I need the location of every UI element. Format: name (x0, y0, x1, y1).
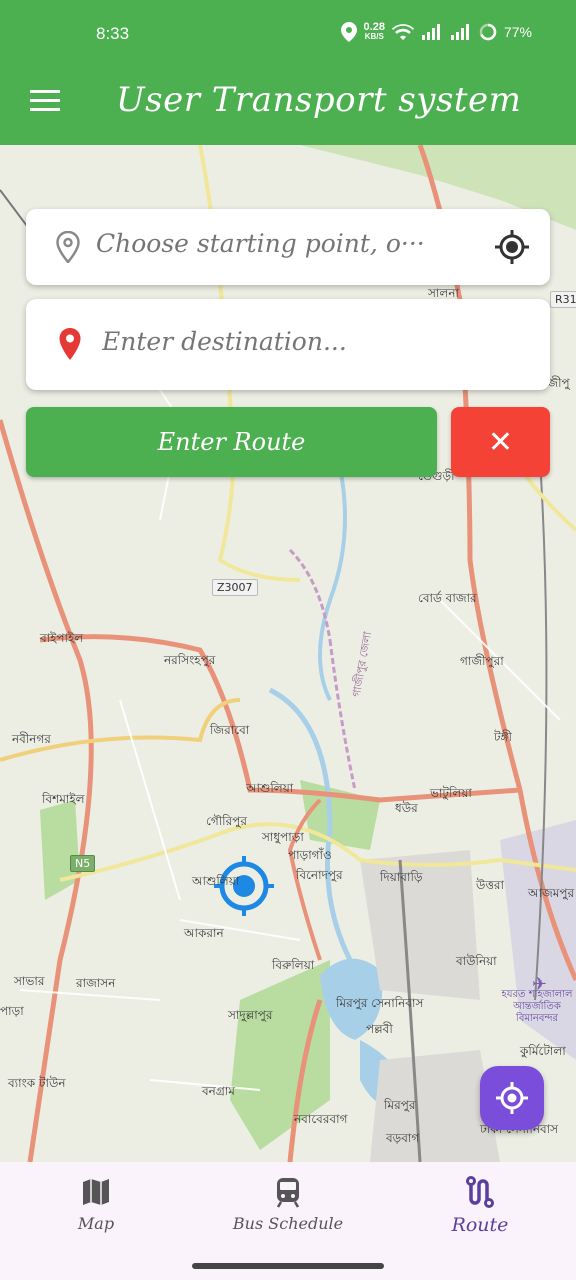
nav-label-bus-schedule: Bus Schedule (232, 1214, 344, 1233)
map-label: ধউর (395, 801, 418, 815)
map-label: টঙ্গী (494, 730, 512, 744)
map-label: বোর্ড বাজার (418, 591, 477, 605)
map-label: সাভার (14, 974, 45, 988)
map-label: আকরান (184, 926, 224, 940)
map-label: ব্যাংক টাউন (8, 1076, 66, 1090)
map-label: গাজীপুরা (460, 654, 504, 668)
start-point-input[interactable] (96, 229, 466, 258)
nav-item-bus-schedule[interactable]: Bus Schedule (192, 1162, 384, 1256)
wifi-icon (391, 24, 414, 40)
map-label: মিরপুর (384, 1098, 416, 1112)
signal-icon (421, 24, 440, 40)
nav-item-route[interactable]: Route (384, 1162, 576, 1256)
map-label: আজমপুর (528, 886, 575, 900)
map-label: পাড়াগাঁও (288, 848, 332, 862)
nav-item-map[interactable]: Map (0, 1162, 192, 1256)
train-icon (276, 1178, 300, 1208)
destination-input[interactable] (102, 327, 522, 356)
map-label: আশুলিয়া (246, 781, 294, 795)
map-label: নবীনগর (12, 732, 51, 746)
map-label: বড়বাগ (386, 1131, 420, 1145)
map-label: উত্তরা (476, 878, 505, 892)
road-tag: N5 (70, 855, 96, 872)
nav-label-route: Route (451, 1214, 509, 1236)
road-tag: Z3007 (212, 579, 258, 596)
map-label: সাধুপাড়া (262, 830, 304, 844)
nav-label-map: Map (77, 1214, 115, 1233)
map-view[interactable]: ✈ সালনা গাজীপু তেগুড়ী বোর্ড বাজার Z3007… (0, 145, 576, 1162)
map-label: বিশমাইল (42, 792, 85, 806)
app-title: User Transport system (116, 80, 522, 120)
map-label: জিরাবো (210, 723, 250, 737)
map-label: মিরপুর সেনানিবাস (336, 996, 424, 1010)
map-label: পাড়া (0, 1004, 24, 1018)
location-pin-icon (56, 231, 80, 263)
network-speed: 0.28 KB/S (363, 21, 385, 42)
map-label: পল্লবী (366, 1022, 393, 1036)
map-label: হযরত শাহজালাল আন্তর্জাতিক বিমানবন্দর (501, 989, 573, 1024)
destination-card (26, 299, 550, 390)
battery-icon (479, 23, 497, 41)
route-icon (466, 1176, 494, 1208)
gps-target-icon[interactable] (494, 229, 530, 265)
system-home-area (0, 1256, 576, 1280)
map-label: গৌরিপুর (206, 814, 247, 828)
red-pin-icon (59, 328, 81, 360)
my-location-button[interactable] (480, 1066, 544, 1130)
status-time: 8:33 (96, 24, 130, 43)
signal-icon-2 (450, 24, 469, 40)
map-icon (83, 1179, 109, 1205)
clear-button[interactable]: ✕ (451, 407, 550, 477)
map-label: আশুলিয়া (192, 874, 240, 888)
status-icons: 0.28 KB/S 77% (340, 21, 532, 42)
map-label: নবাবেরবাগ (294, 1112, 348, 1126)
enter-route-button[interactable]: Enter Route (26, 407, 437, 477)
close-icon: ✕ (487, 424, 514, 460)
road-tag: R311 (550, 291, 576, 308)
map-label: নরসিংহপুর (164, 653, 216, 667)
map-label: বিরুলিয়া (272, 958, 315, 972)
map-label: রাজাসন (76, 976, 116, 990)
hamburger-menu-icon[interactable] (28, 86, 62, 114)
map-label: কুর্মিটোলা (520, 1044, 566, 1058)
battery-level: 77% (503, 24, 532, 40)
map-label: বাইপাইল (40, 631, 84, 645)
map-label: দিয়াবাড়ি (380, 870, 423, 884)
map-label: বাউনিয়া (456, 954, 497, 968)
map-label: বিনোদপুর (296, 868, 343, 882)
bottom-navigation: Map Bus Schedule Route (0, 1162, 576, 1256)
my-location-icon (496, 1082, 528, 1114)
start-point-card (26, 209, 550, 285)
app-bar: 8:33 0.28 KB/S 77% User Transport system (0, 0, 576, 145)
location-status-icon (340, 22, 357, 42)
map-label: ভাটুলিয়া (430, 786, 472, 800)
map-label: সাদুল্লাপুর (228, 1008, 273, 1022)
map-label: বনগ্রাম (202, 1084, 235, 1098)
home-indicator[interactable] (192, 1263, 384, 1269)
